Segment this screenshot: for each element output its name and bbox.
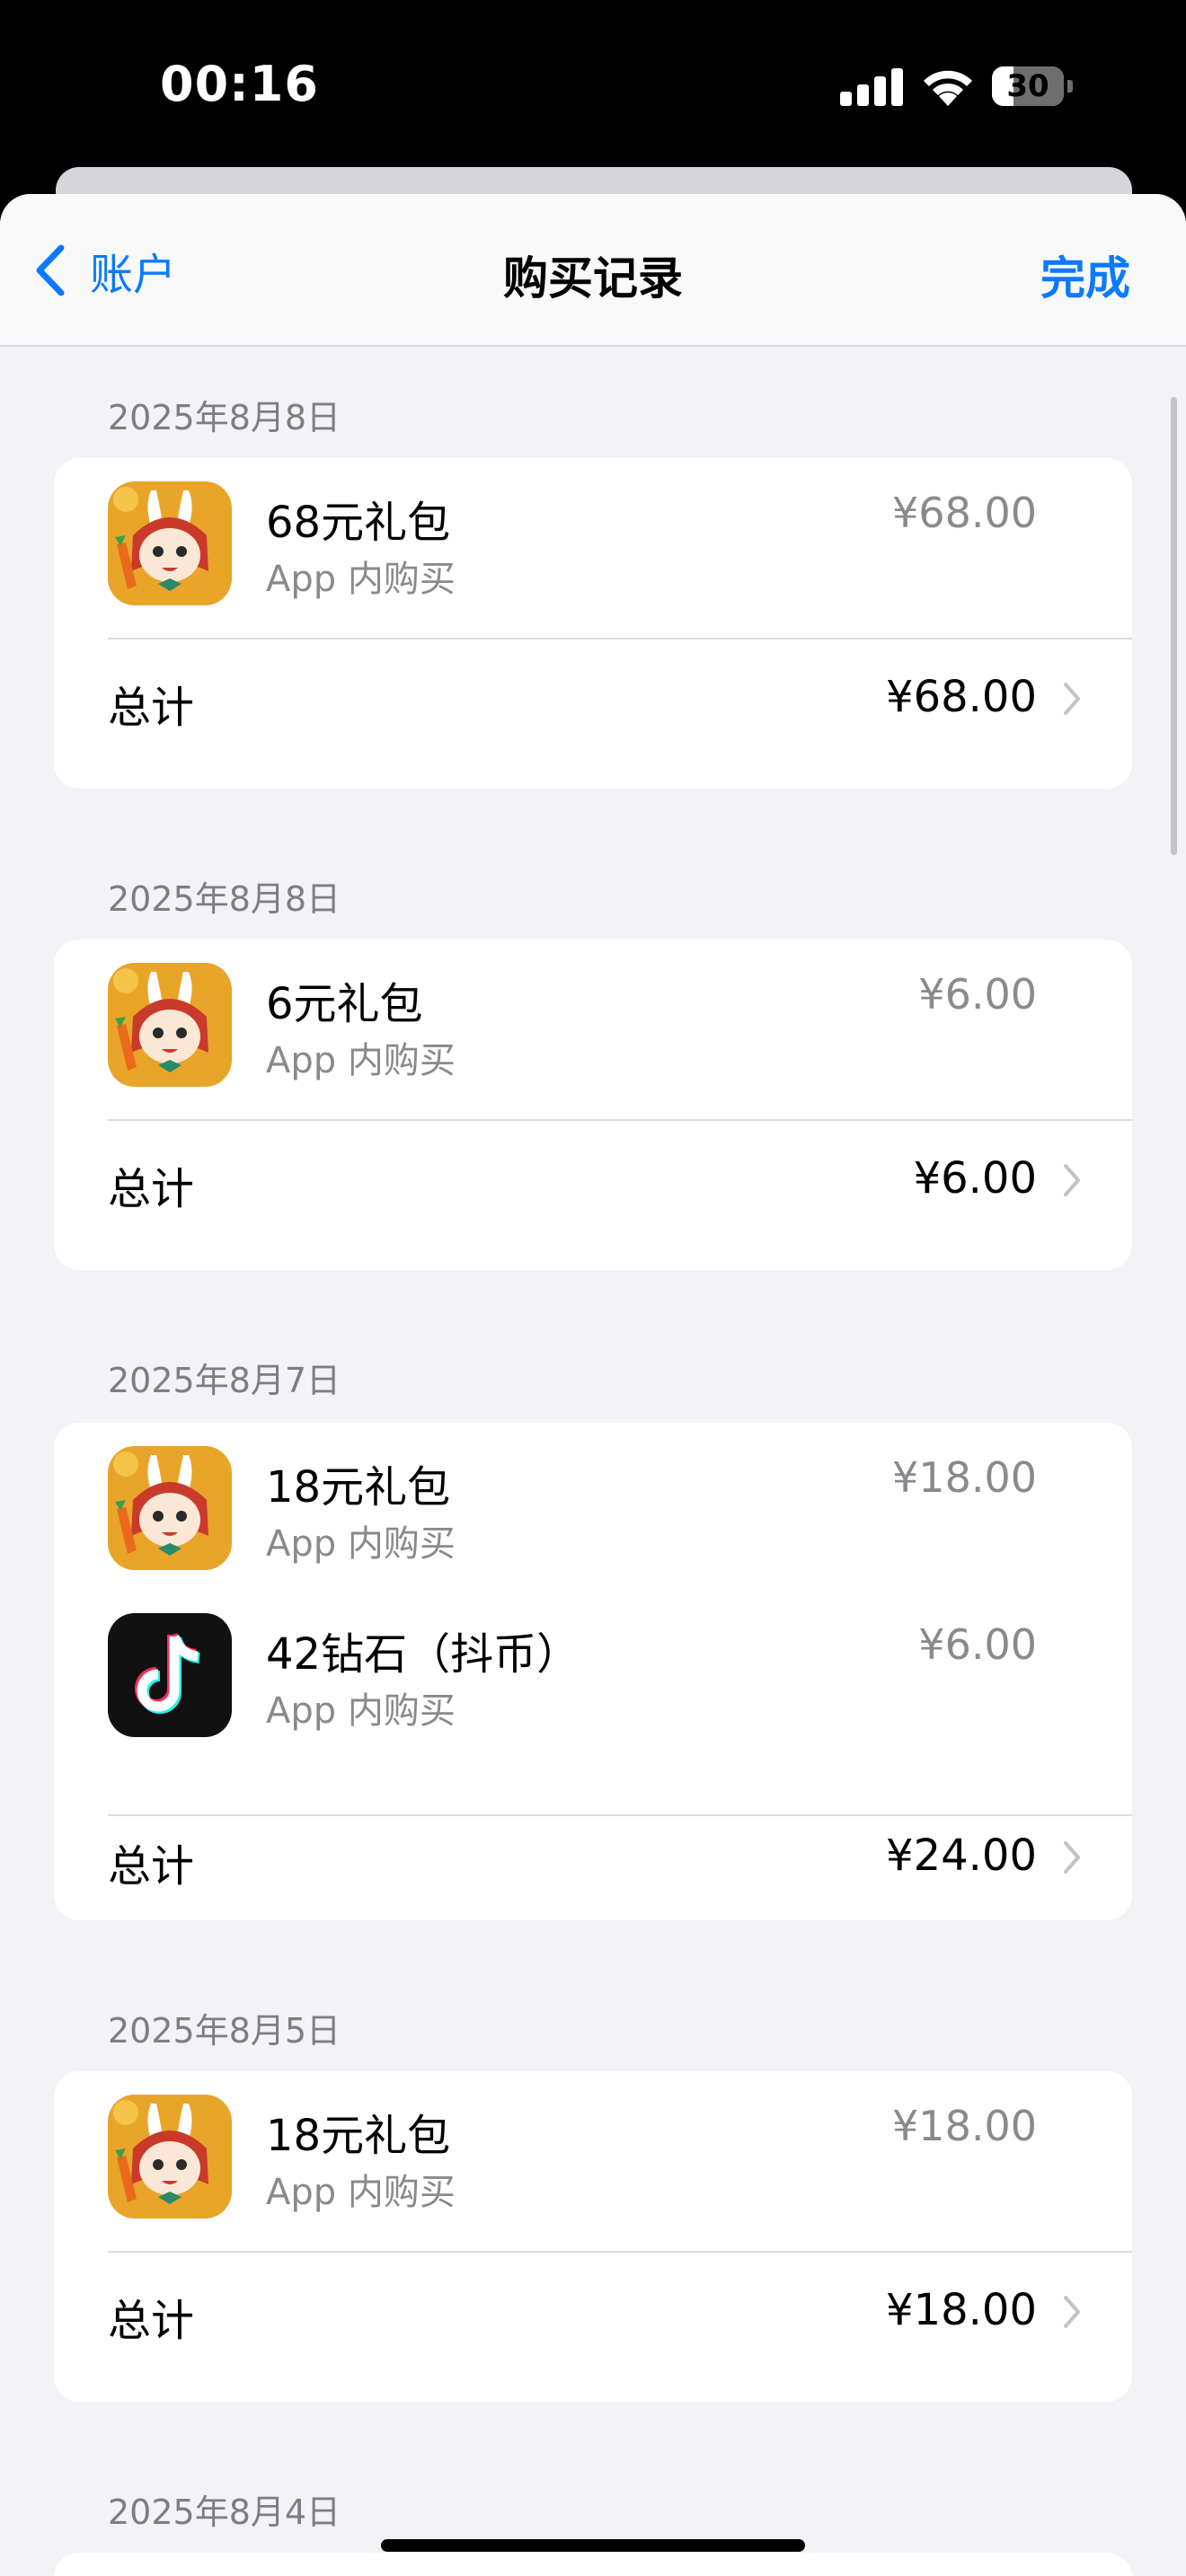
section-date: 2025年8月4日 <box>108 2492 341 2532</box>
chevron-right-icon <box>1064 1164 1080 1196</box>
purchase-item[interactable]: 42钻石（抖币） App 内购买 ¥6.00 <box>54 1610 1132 1744</box>
done-button[interactable]: 完成 <box>1040 243 1130 307</box>
total-price: ¥18.00 <box>886 2285 1037 2335</box>
item-price: ¥18.00 <box>892 1453 1037 1502</box>
bunny-game-app-icon <box>108 1446 232 1570</box>
battery-icon: 30 <box>992 66 1073 108</box>
chevron-right-icon <box>1064 683 1080 715</box>
item-name: 68元礼包 <box>266 498 451 548</box>
total-label: 总计 <box>108 1841 195 1892</box>
item-type: App 内购买 <box>266 1690 456 1732</box>
status-bar: 00:16 30 <box>0 0 1186 171</box>
item-price: ¥6.00 <box>918 1620 1037 1669</box>
total-row[interactable]: 总计 ¥6.00 <box>54 1123 1132 1239</box>
total-label: 总计 <box>108 683 195 733</box>
bunny-game-app-icon <box>108 2095 232 2219</box>
scrollbar[interactable] <box>1171 397 1177 855</box>
purchase-item[interactable]: 18元礼包 App 内购买 ¥18.00 <box>54 2091 1132 2226</box>
divider <box>108 2251 1132 2253</box>
signal-icon <box>840 66 903 106</box>
item-type: App 内购买 <box>266 2172 456 2213</box>
item-name: 18元礼包 <box>266 1462 451 1513</box>
purchase-card: 6元礼包 App 内购买 ¥6.00 总计 ¥6.00 <box>54 940 1132 1270</box>
bunny-game-app-icon <box>108 963 232 1087</box>
purchase-item[interactable]: 6元礼包 App 内购买 ¥6.00 <box>54 959 1132 1094</box>
chevron-right-icon <box>1064 1841 1080 1874</box>
navigation-bar: 账户 购买记录 完成 <box>0 194 1186 347</box>
item-name: 6元礼包 <box>266 979 423 1029</box>
status-time: 00:16 <box>160 56 319 112</box>
divider <box>108 638 1132 640</box>
page-title: 购买记录 <box>503 252 683 304</box>
purchase-card <box>54 2553 1132 2576</box>
purchase-card: 68元礼包 App 内购买 ¥68.00 总计 ¥68.00 <box>54 458 1132 789</box>
chevron-right-icon <box>1064 2296 1080 2328</box>
purchase-history-sheet: 账户 购买记录 完成 2025年8月8日 68元礼包 App 内购买 ¥68.0… <box>0 194 1186 2576</box>
item-price: ¥68.00 <box>892 489 1037 537</box>
total-price: ¥68.00 <box>886 672 1037 722</box>
total-row[interactable]: 总计 ¥18.00 <box>54 2254 1132 2371</box>
purchase-card: 18元礼包 App 内购买 ¥18.00 42钻石（抖币） App 内购买 ¥6… <box>54 1423 1132 1920</box>
purchase-card: 18元礼包 App 内购买 ¥18.00 总计 ¥18.00 <box>54 2071 1132 2402</box>
bunny-game-app-icon <box>108 481 232 605</box>
item-price: ¥6.00 <box>918 970 1037 1019</box>
item-type: App 内购买 <box>266 1523 456 1565</box>
total-price: ¥24.00 <box>886 1831 1037 1881</box>
section-date: 2025年8月8日 <box>108 879 341 919</box>
total-label: 总计 <box>108 2296 195 2346</box>
section-date: 2025年8月8日 <box>108 398 341 437</box>
total-row[interactable]: 总计 ¥24.00 <box>54 1800 1132 1917</box>
item-name: 42钻石（抖币） <box>266 1629 580 1680</box>
item-type: App 内购买 <box>266 1040 456 1081</box>
section-date: 2025年8月7日 <box>108 1361 341 1400</box>
total-price: ¥6.00 <box>913 1153 1037 1204</box>
item-type: App 内购买 <box>266 559 456 600</box>
total-row[interactable]: 总计 ¥68.00 <box>54 641 1132 758</box>
item-price: ¥18.00 <box>892 2102 1037 2150</box>
battery-percent: 30 <box>1006 68 1049 104</box>
wifi-icon <box>924 70 972 106</box>
divider <box>108 1119 1132 1121</box>
total-label: 总计 <box>108 1164 195 1214</box>
purchase-item[interactable]: 68元礼包 App 内购买 ¥68.00 <box>54 478 1132 613</box>
item-name: 18元礼包 <box>266 2111 451 2161</box>
tiktok-app-icon <box>108 1613 232 1737</box>
purchase-item[interactable]: 18元礼包 App 内购买 ¥18.00 <box>54 1442 1132 1577</box>
home-indicator[interactable] <box>381 2539 805 2552</box>
section-date: 2025年8月5日 <box>108 2011 341 2051</box>
